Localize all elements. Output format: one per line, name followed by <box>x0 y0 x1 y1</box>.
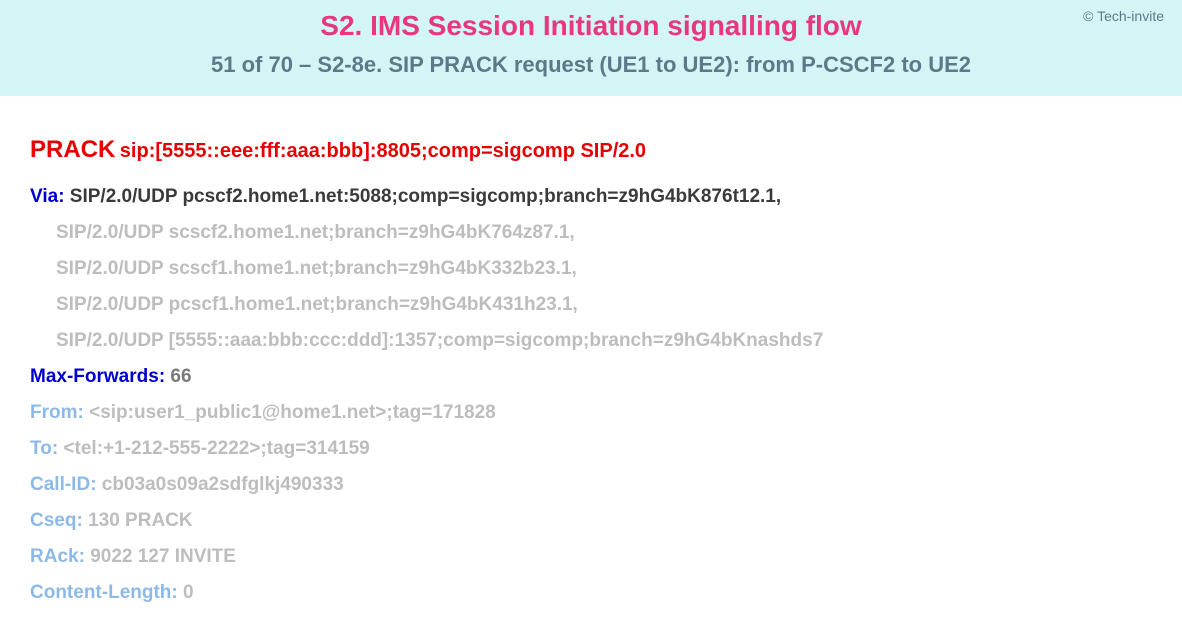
sip-cseq-header: Cseq: 130 PRACK <box>30 510 1152 532</box>
sip-header-value: SIP/2.0/UDP pcscf2.home1.net:5088;comp=s… <box>70 186 781 207</box>
sip-header-name: RAck <box>30 546 79 567</box>
sip-via-continuation: SIP/2.0/UDP scscf2.home1.net;branch=z9hG… <box>30 222 1152 244</box>
sip-to-header: To: <tel:+1-212-555-2222>;tag=314159 <box>30 438 1152 460</box>
sip-method: PRACK <box>30 136 115 163</box>
page-title: S2. IMS Session Initiation signalling fl… <box>20 10 1162 42</box>
sip-via-header: Via: SIP/2.0/UDP pcscf2.home1.net:5088;c… <box>30 186 1152 208</box>
sip-max-forwards-header: Max-Forwards: 66 <box>30 366 1152 388</box>
sip-via-continuation: SIP/2.0/UDP scscf1.home1.net;branch=z9hG… <box>30 258 1152 280</box>
sip-header-name: Via <box>30 186 58 207</box>
sip-header-value: <sip:user1_public1@home1.net>;tag=171828 <box>89 402 496 423</box>
sip-header-value: 0 <box>183 582 194 603</box>
sip-header-name: To <box>30 438 52 459</box>
document-header: © Tech-invite S2. IMS Session Initiation… <box>0 0 1182 96</box>
sip-header-name: Cseq <box>30 510 76 531</box>
sip-header-value: cb03a0s09a2sdfglkj490333 <box>102 474 344 495</box>
sip-header-name: Call-ID <box>30 474 90 495</box>
sip-call-id-header: Call-ID: cb03a0s09a2sdfglkj490333 <box>30 474 1152 496</box>
sip-header-value: 9022 127 INVITE <box>90 546 236 567</box>
copyright-label: © Tech-invite <box>1083 8 1164 24</box>
sip-header-value: 130 PRACK <box>88 510 193 531</box>
sip-request-line: PRACK sip:[5555::eee:fff:aaa:bbb]:8805;c… <box>30 136 1152 164</box>
sip-message: PRACK sip:[5555::eee:fff:aaa:bbb]:8805;c… <box>0 96 1182 638</box>
sip-header-name: Max-Forwards <box>30 366 159 387</box>
sip-rack-header: RAck: 9022 127 INVITE <box>30 546 1152 568</box>
sip-from-header: From: <sip:user1_public1@home1.net>;tag=… <box>30 402 1152 424</box>
sip-header-name: Content-Length <box>30 582 171 603</box>
sip-header-name: From <box>30 402 78 423</box>
sip-via-continuation: SIP/2.0/UDP pcscf1.home1.net;branch=z9hG… <box>30 294 1152 316</box>
sip-content-length-header: Content-Length: 0 <box>30 582 1152 604</box>
page-subtitle: 51 of 70 – S2-8e. SIP PRACK request (UE1… <box>20 52 1162 78</box>
sip-header-value: 66 <box>170 366 191 387</box>
sip-header-value: <tel:+1-212-555-2222>;tag=314159 <box>63 438 369 459</box>
sip-request-uri: sip:[5555::eee:fff:aaa:bbb]:8805;comp=si… <box>120 140 646 162</box>
sip-via-continuation: SIP/2.0/UDP [5555::aaa:bbb:ccc:ddd]:1357… <box>30 330 1152 352</box>
